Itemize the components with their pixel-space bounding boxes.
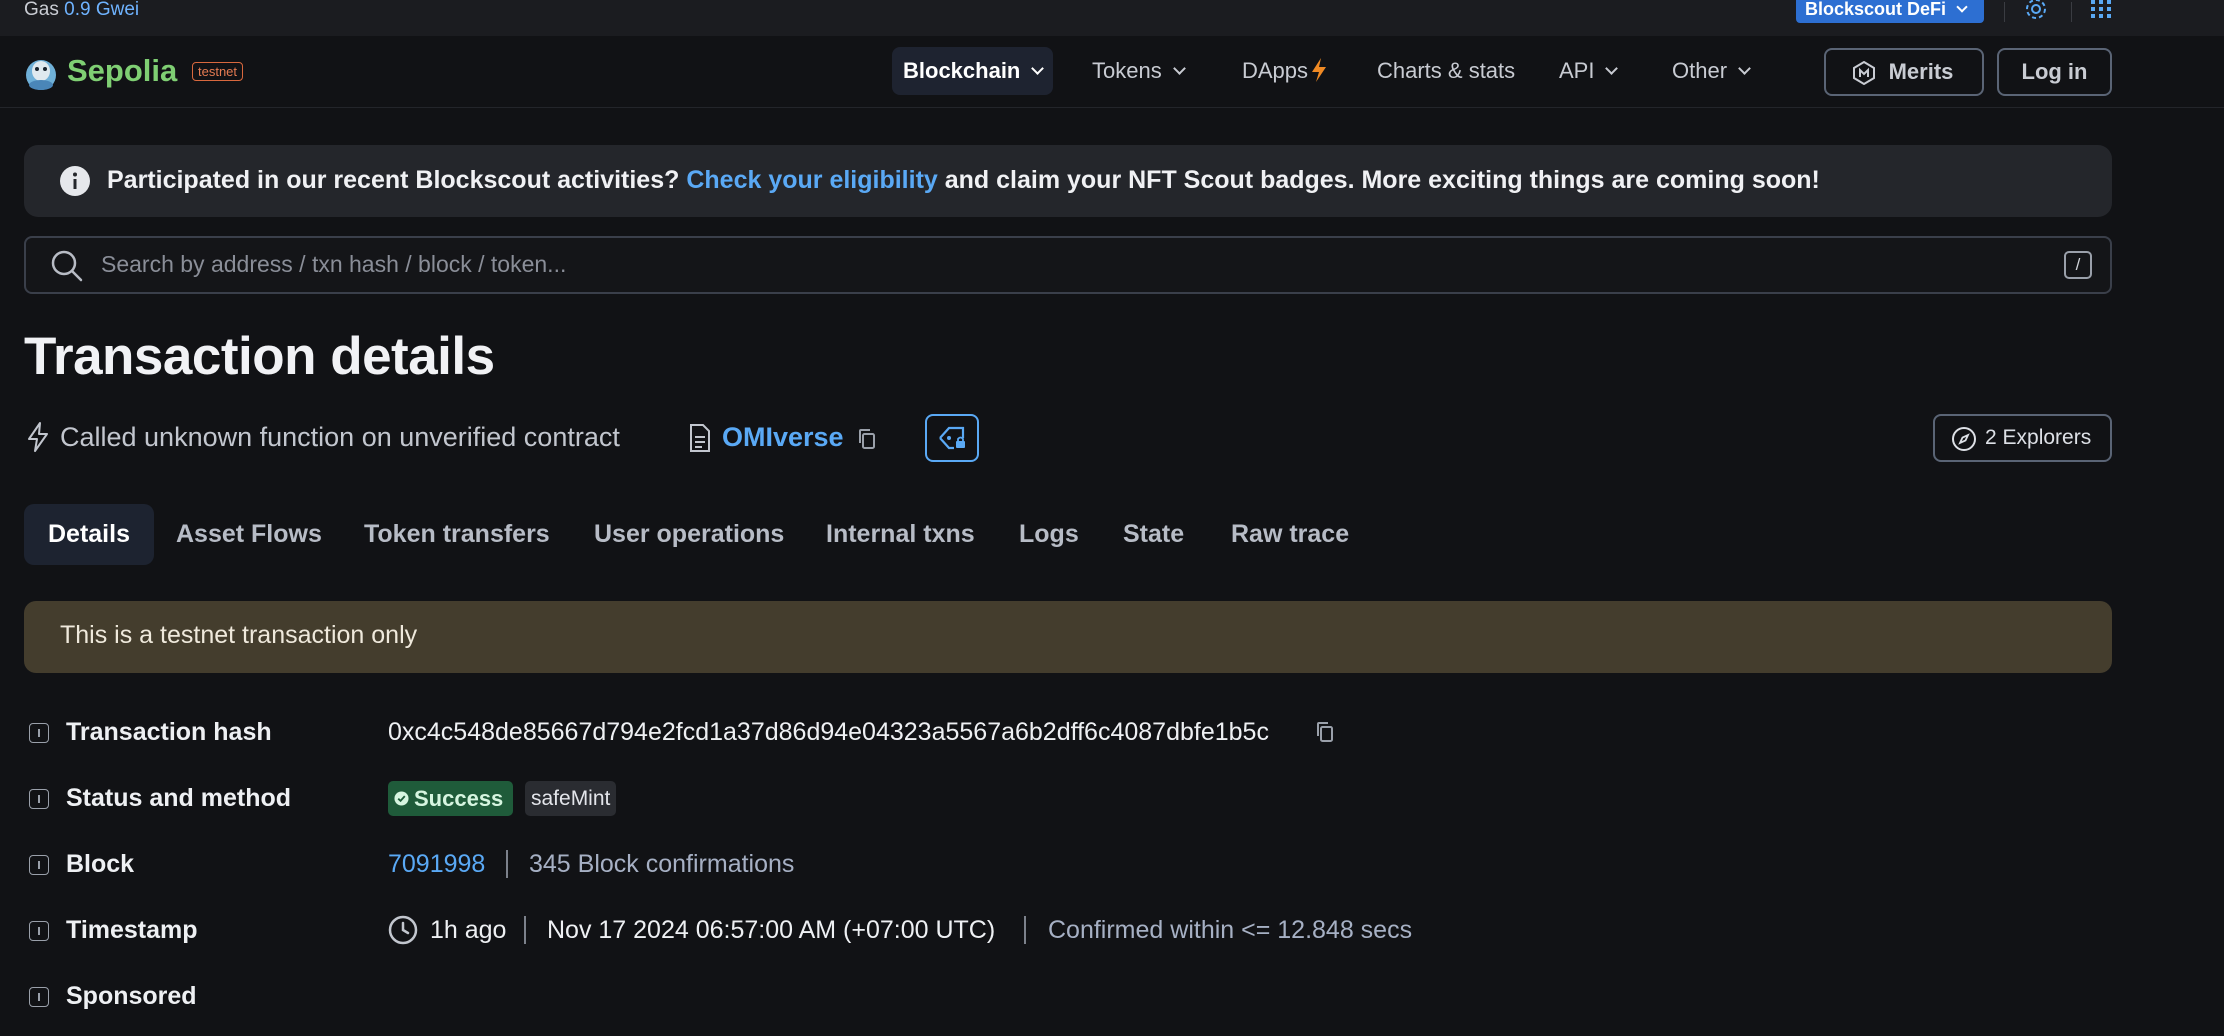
tab-raw-trace[interactable]: Raw trace	[1207, 504, 1373, 565]
explorers-button[interactable]: 2 Explorers	[1933, 414, 2112, 462]
page-title: Transaction details	[24, 327, 495, 386]
info-icon[interactable]	[29, 789, 49, 809]
nav-label: API	[1559, 58, 1595, 83]
sepolia-logo-icon[interactable]	[24, 55, 58, 91]
tab-logs[interactable]: Logs	[995, 504, 1103, 565]
tab-token-transfers[interactable]: Token transfers	[340, 504, 574, 565]
timestamp-full: Nov 17 2024 06:57:00 AM (+07:00 UTC)	[547, 916, 996, 944]
testnet-badge: testnet	[192, 62, 244, 81]
nav-label: Other	[1672, 58, 1728, 83]
divider	[2004, 2, 2005, 22]
nav-label: Charts & stats	[1377, 58, 1516, 83]
banner-message: Participated in our recent Blockscout ac…	[107, 166, 1820, 195]
nav-label: Tokens	[1092, 58, 1162, 83]
compass-icon	[1952, 427, 1976, 451]
blockscout-defi-button[interactable]: Blockscout DeFi	[1796, 0, 1984, 23]
tab-details[interactable]: Details	[24, 504, 154, 565]
info-icon[interactable]	[29, 855, 49, 875]
merits-label: Merits	[1888, 59, 1954, 84]
contract-file-icon	[690, 424, 710, 452]
merits-icon	[1853, 61, 1875, 85]
status-text: Success	[414, 786, 504, 811]
gear-icon[interactable]	[2022, 0, 2050, 23]
tag-lock-icon	[939, 426, 965, 450]
testnet-notice-text: This is a testnet transaction only	[60, 621, 418, 649]
contract-link[interactable]: OMIverse	[722, 422, 844, 453]
sponsored-label: Sponsored	[66, 982, 197, 1010]
tx-subtitle: Called unknown function on unverified co…	[60, 422, 620, 452]
nav-label: Blockchain	[903, 58, 1021, 83]
status-method-label: Status and method	[66, 784, 292, 812]
banner-text-after: and claim your NFT Scout badges. More ex…	[937, 166, 1820, 194]
method-badge: safeMint	[525, 781, 617, 816]
nav-blockchain[interactable]: Blockchain	[892, 47, 1054, 95]
tab-asset-flows[interactable]: Asset Flows	[152, 504, 346, 565]
status-badge: Success	[388, 781, 514, 816]
lightning-icon	[1312, 58, 1327, 82]
nav-tokens[interactable]: Tokens	[1081, 47, 1195, 95]
gas-value: 0.9 Gwei	[64, 0, 140, 20]
eligibility-link[interactable]: Check your eligibility	[686, 166, 937, 194]
block-confirmations: 345 Block confirmations	[529, 850, 795, 878]
login-button[interactable]: Log in	[1997, 48, 2112, 96]
time-ago: 1h ago	[430, 916, 507, 944]
tab-internal-txns[interactable]: Internal txns	[802, 504, 999, 565]
chevron-down-icon	[1031, 62, 1045, 75]
search-input[interactable]: Search by address / txn hash / block / t…	[101, 251, 566, 278]
divider	[2071, 2, 2072, 22]
transaction-hash-value: 0xc4c548de85667d794e2fcd1a37d86d94e04323…	[388, 718, 1269, 746]
nav-dapps[interactable]: DApps	[1231, 47, 1339, 95]
brand-name[interactable]: Sepolia	[67, 53, 177, 89]
merits-button[interactable]: Merits	[1824, 48, 1984, 96]
search-icon	[51, 250, 83, 282]
chevron-down-icon	[1738, 62, 1751, 75]
top-bar: Gas 0.9 Gwei Blockscout DeFi	[0, 0, 2224, 36]
confirmation-duration: Confirmed within <= 12.848 secs	[1048, 916, 1413, 944]
chevron-down-icon	[1605, 62, 1619, 75]
search-shortcut-key: /	[2064, 251, 2092, 279]
defi-label: Blockscout DeFi	[1805, 0, 1947, 19]
nav-charts-stats[interactable]: Charts & stats	[1366, 47, 1526, 95]
copy-icon[interactable]	[1315, 721, 1335, 743]
apps-grid-icon[interactable]	[2090, 0, 2112, 20]
nav-other[interactable]: Other	[1661, 47, 1760, 95]
divider	[1024, 916, 1026, 944]
lightning-outline-icon	[28, 422, 48, 452]
chevron-down-icon	[1956, 1, 1968, 13]
divider	[524, 916, 526, 944]
explorers-label: 2 Explorers	[1985, 426, 2092, 449]
gas-price[interactable]: Gas 0.9 Gwei	[24, 0, 139, 20]
block-label: Block	[66, 850, 135, 878]
info-icon[interactable]	[29, 987, 49, 1007]
clock-icon	[388, 915, 418, 945]
gas-label: Gas	[24, 0, 59, 20]
tab-state[interactable]: State	[1099, 504, 1208, 565]
divider	[506, 850, 508, 878]
info-icon	[60, 166, 90, 196]
chevron-down-icon	[1172, 62, 1186, 75]
nav-api[interactable]: API	[1548, 47, 1627, 95]
timestamp-label: Timestamp	[66, 916, 198, 944]
banner-text-before: Participated in our recent Blockscout ac…	[107, 166, 687, 194]
info-icon[interactable]	[29, 921, 49, 941]
check-circle-icon	[394, 791, 409, 806]
tab-user-operations[interactable]: User operations	[570, 504, 808, 565]
nav-label: DApps	[1242, 58, 1309, 83]
block-number-link[interactable]: 7091998	[388, 850, 485, 879]
transaction-hash-label: Transaction hash	[66, 718, 272, 746]
info-icon[interactable]	[29, 723, 49, 743]
copy-icon[interactable]	[857, 428, 877, 450]
private-tag-button[interactable]	[925, 414, 979, 462]
